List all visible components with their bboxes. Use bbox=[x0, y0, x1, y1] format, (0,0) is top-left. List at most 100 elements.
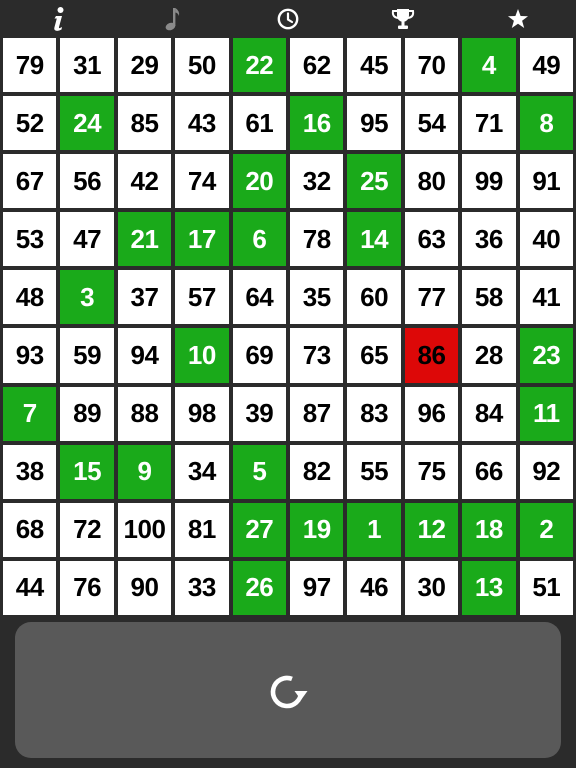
number-cell[interactable]: 32 bbox=[290, 154, 344, 209]
number-cell[interactable]: 64 bbox=[232, 270, 286, 325]
number-cell[interactable]: 30 bbox=[404, 560, 459, 615]
number-cell[interactable]: 9 bbox=[117, 444, 172, 499]
number-cell[interactable]: 98 bbox=[175, 386, 229, 441]
number-cell[interactable]: 58 bbox=[462, 270, 516, 325]
number-cell[interactable]: 36 bbox=[462, 212, 516, 267]
number-cell[interactable]: 19 bbox=[290, 502, 344, 557]
number-cell[interactable]: 96 bbox=[404, 386, 459, 441]
number-cell[interactable]: 10 bbox=[175, 328, 229, 383]
number-cell[interactable]: 6 bbox=[232, 212, 286, 267]
number-cell[interactable]: 61 bbox=[232, 96, 286, 151]
number-cell[interactable]: 86 bbox=[404, 328, 459, 383]
number-cell[interactable]: 67 bbox=[3, 154, 57, 209]
number-cell[interactable]: 51 bbox=[519, 560, 573, 615]
number-cell[interactable]: 26 bbox=[232, 560, 286, 615]
number-cell[interactable]: 34 bbox=[175, 444, 229, 499]
number-cell[interactable]: 13 bbox=[462, 560, 516, 615]
number-cell[interactable]: 43 bbox=[175, 96, 229, 151]
number-cell[interactable]: 92 bbox=[519, 444, 573, 499]
number-cell[interactable]: 57 bbox=[175, 270, 229, 325]
music-note-icon[interactable] bbox=[152, 4, 192, 34]
number-cell[interactable]: 65 bbox=[347, 328, 401, 383]
number-cell[interactable]: 89 bbox=[60, 386, 114, 441]
number-cell[interactable]: 27 bbox=[232, 502, 286, 557]
number-cell[interactable]: 93 bbox=[3, 328, 57, 383]
number-cell[interactable]: 100 bbox=[117, 502, 172, 557]
number-cell[interactable]: 56 bbox=[60, 154, 114, 209]
number-cell[interactable]: 47 bbox=[60, 212, 114, 267]
number-cell[interactable]: 81 bbox=[175, 502, 229, 557]
number-cell[interactable]: 41 bbox=[519, 270, 573, 325]
number-cell[interactable]: 31 bbox=[60, 38, 114, 93]
number-cell[interactable]: 63 bbox=[404, 212, 459, 267]
number-cell[interactable]: 12 bbox=[404, 502, 459, 557]
number-cell[interactable]: 48 bbox=[3, 270, 57, 325]
number-cell[interactable]: 79 bbox=[3, 38, 57, 93]
number-cell[interactable]: 80 bbox=[404, 154, 459, 209]
number-cell[interactable]: 72 bbox=[60, 502, 114, 557]
number-cell[interactable]: 25 bbox=[347, 154, 401, 209]
number-cell[interactable]: 17 bbox=[175, 212, 229, 267]
number-cell[interactable]: 69 bbox=[232, 328, 286, 383]
number-cell[interactable]: 37 bbox=[117, 270, 172, 325]
number-cell[interactable]: 97 bbox=[290, 560, 344, 615]
number-cell[interactable]: 45 bbox=[347, 38, 401, 93]
number-cell[interactable]: 55 bbox=[347, 444, 401, 499]
number-cell[interactable]: 68 bbox=[3, 502, 57, 557]
number-cell[interactable]: 83 bbox=[347, 386, 401, 441]
number-cell[interactable]: 90 bbox=[117, 560, 172, 615]
number-cell[interactable]: 42 bbox=[117, 154, 172, 209]
number-cell[interactable]: 3 bbox=[60, 270, 114, 325]
number-cell[interactable]: 73 bbox=[290, 328, 344, 383]
number-cell[interactable]: 29 bbox=[117, 38, 172, 93]
number-cell[interactable]: 52 bbox=[3, 96, 57, 151]
number-cell[interactable]: 60 bbox=[347, 270, 401, 325]
number-cell[interactable]: 70 bbox=[404, 38, 459, 93]
number-cell[interactable]: 76 bbox=[60, 560, 114, 615]
number-cell[interactable]: 75 bbox=[404, 444, 459, 499]
number-cell[interactable]: 74 bbox=[175, 154, 229, 209]
number-cell[interactable]: 46 bbox=[347, 560, 401, 615]
number-cell[interactable]: 82 bbox=[290, 444, 344, 499]
number-cell[interactable]: 23 bbox=[519, 328, 573, 383]
number-cell[interactable]: 84 bbox=[462, 386, 516, 441]
number-cell[interactable]: 66 bbox=[462, 444, 516, 499]
number-cell[interactable]: 14 bbox=[347, 212, 401, 267]
number-cell[interactable]: 40 bbox=[519, 212, 573, 267]
number-cell[interactable]: 77 bbox=[404, 270, 459, 325]
number-cell[interactable]: 78 bbox=[290, 212, 344, 267]
number-cell[interactable]: 54 bbox=[404, 96, 459, 151]
number-cell[interactable]: 18 bbox=[462, 502, 516, 557]
number-cell[interactable]: 50 bbox=[175, 38, 229, 93]
number-cell[interactable]: 62 bbox=[290, 38, 344, 93]
number-cell[interactable]: 88 bbox=[117, 386, 172, 441]
number-cell[interactable]: 21 bbox=[117, 212, 172, 267]
number-cell[interactable]: 59 bbox=[60, 328, 114, 383]
number-cell[interactable]: 39 bbox=[232, 386, 286, 441]
number-cell[interactable]: 28 bbox=[462, 328, 516, 383]
number-cell[interactable]: 91 bbox=[519, 154, 573, 209]
number-cell[interactable]: 53 bbox=[3, 212, 57, 267]
trophy-icon[interactable] bbox=[383, 4, 423, 34]
number-cell[interactable]: 38 bbox=[3, 444, 57, 499]
number-cell[interactable]: 5 bbox=[232, 444, 286, 499]
number-cell[interactable]: 49 bbox=[519, 38, 573, 93]
number-cell[interactable]: 95 bbox=[347, 96, 401, 151]
number-cell[interactable]: 99 bbox=[462, 154, 516, 209]
number-cell[interactable]: 8 bbox=[519, 96, 573, 151]
number-cell[interactable]: 33 bbox=[175, 560, 229, 615]
number-cell[interactable]: 11 bbox=[519, 386, 573, 441]
number-cell[interactable]: 4 bbox=[462, 38, 516, 93]
number-cell[interactable]: 16 bbox=[290, 96, 344, 151]
number-cell[interactable]: 2 bbox=[519, 502, 573, 557]
number-cell[interactable]: 94 bbox=[117, 328, 172, 383]
reset-button[interactable] bbox=[263, 668, 311, 716]
number-cell[interactable]: 20 bbox=[232, 154, 286, 209]
number-cell[interactable]: 35 bbox=[290, 270, 344, 325]
number-cell[interactable]: 87 bbox=[290, 386, 344, 441]
number-cell[interactable]: 24 bbox=[60, 96, 114, 151]
clock-icon[interactable] bbox=[268, 4, 308, 34]
number-cell[interactable]: 85 bbox=[117, 96, 172, 151]
info-icon[interactable] bbox=[38, 4, 78, 34]
number-cell[interactable]: 22 bbox=[232, 38, 286, 93]
